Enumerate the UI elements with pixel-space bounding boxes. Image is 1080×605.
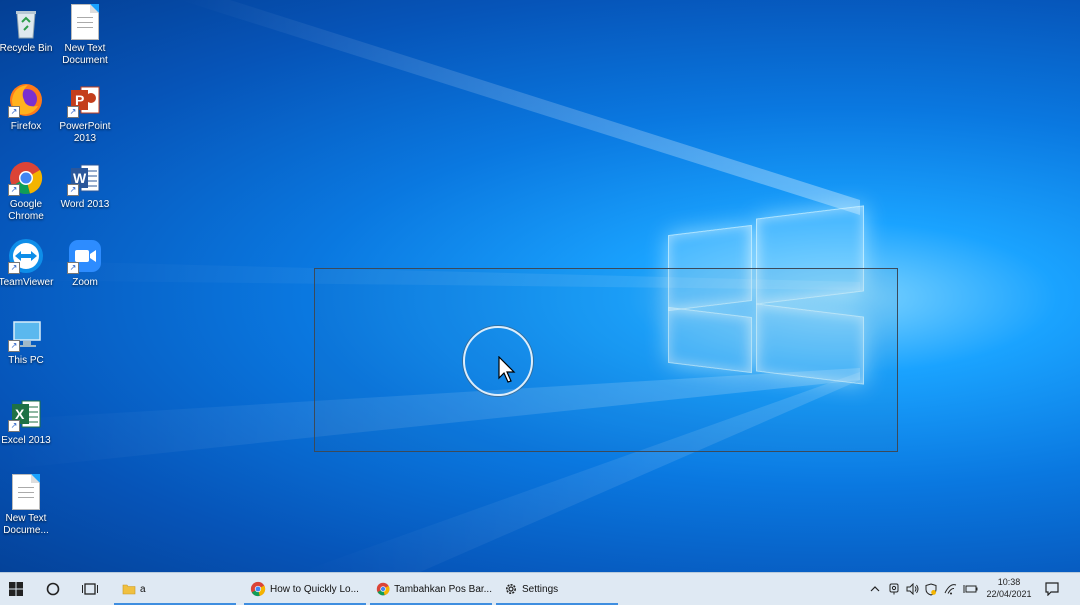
clock-time: 10:38 (997, 577, 1021, 587)
desktop-icon-label: TeamViewer (0, 277, 54, 288)
meet-now-button[interactable] (886, 573, 902, 605)
security-button[interactable] (923, 573, 939, 605)
shortcut-arrow-icon: ↗ (67, 106, 79, 118)
desktop-icon-label: Firefox (10, 121, 42, 132)
battery-button[interactable] (961, 573, 979, 605)
taskbar-item-chrome-2[interactable]: Tambahkan Pos Bar... (370, 573, 492, 605)
excel-icon: X ↗ (8, 396, 44, 432)
taskbar-item-label: Settings (522, 583, 559, 595)
taskbar-item-label: How to Quickly Lo... (270, 583, 359, 595)
desktop[interactable]: Recycle Bin ↗ Firefox ↗ Google Chrome ↗ … (0, 0, 1080, 572)
powerpoint-icon: P ↗ (67, 82, 103, 118)
show-hidden-icons-button[interactable] (868, 573, 882, 605)
shortcut-arrow-icon: ↗ (8, 184, 20, 196)
taskbar-item-settings[interactable]: Settings (496, 573, 618, 605)
shortcut-arrow-icon: ↗ (8, 420, 20, 432)
computer-icon: ↗ (8, 316, 44, 352)
text-document-icon (8, 474, 44, 510)
shortcut-arrow-icon: ↗ (67, 262, 79, 274)
zoom-icon: ↗ (67, 238, 103, 274)
shield-icon (925, 582, 937, 596)
taskbar-item-folder[interactable]: a (114, 573, 236, 605)
taskbar-item-chrome-1[interactable]: How to Quickly Lo... (244, 573, 366, 605)
firefox-icon: ↗ (8, 82, 44, 118)
search-button[interactable] (38, 573, 68, 605)
network-button[interactable] (942, 573, 958, 605)
chrome-icon: ↗ (8, 160, 44, 196)
folder-icon (122, 584, 136, 595)
desktop-icon-excel[interactable]: X ↗ Excel 2013 (0, 396, 54, 447)
shortcut-arrow-icon: ↗ (8, 340, 20, 352)
battery-icon (963, 585, 977, 593)
taskbar-item-label: a (140, 583, 146, 595)
desktop-icon-firefox[interactable]: ↗ Firefox (0, 82, 54, 133)
desktop-icon-word[interactable]: W ↗ Word 2013 (57, 160, 113, 211)
clock-date: 22/04/2021 (986, 589, 1032, 599)
desktop-icon-chrome[interactable]: ↗ Google Chrome (0, 160, 54, 223)
shortcut-arrow-icon: ↗ (8, 262, 20, 274)
selection-rectangle (314, 268, 898, 452)
desktop-icon-new-text-document[interactable]: New Text Document (57, 4, 113, 67)
desktop-icon-recycle-bin[interactable]: Recycle Bin (0, 4, 54, 55)
meet-now-icon (889, 583, 899, 595)
text-document-icon (67, 4, 103, 40)
volume-icon (906, 583, 918, 595)
action-center-button[interactable] (1040, 573, 1064, 605)
notification-icon (1045, 582, 1059, 596)
desktop-icon-label: New Text Document (62, 43, 108, 66)
desktop-icon-label: Excel 2013 (1, 435, 51, 446)
word-icon: W ↗ (67, 160, 103, 196)
clock[interactable]: 10:38 22/04/2021 (982, 573, 1036, 605)
shortcut-arrow-icon: ↗ (8, 106, 20, 118)
desktop-icon-label: PowerPoint 2013 (59, 121, 111, 144)
desktop-icon-teamviewer[interactable]: ↗ TeamViewer (0, 238, 54, 289)
desktop-icon-this-pc[interactable]: ↗ This PC (0, 316, 54, 367)
desktop-icon-label: New Text Docume... (3, 513, 49, 536)
start-button[interactable] (0, 573, 32, 605)
volume-button[interactable] (904, 573, 920, 605)
task-view-icon (82, 583, 98, 595)
gear-icon (506, 584, 516, 594)
wifi-icon (944, 583, 956, 594)
desktop-icon-label: Word 2013 (60, 199, 110, 210)
desktop-icon-label: Google Chrome (8, 199, 44, 222)
teamviewer-icon: ↗ (8, 238, 44, 274)
desktop-icon-zoom[interactable]: ↗ Zoom (57, 238, 113, 289)
windows-start-icon (9, 582, 23, 596)
taskbar: a How to Quickly Lo... Tambahkan Pos Bar… (0, 572, 1080, 605)
chrome-icon (376, 582, 390, 596)
desktop-icon-label: Zoom (72, 277, 98, 288)
desktop-icon-new-text-document-2[interactable]: New Text Docume... (0, 474, 54, 537)
chevron-up-icon (870, 586, 880, 592)
shortcut-arrow-icon: ↗ (67, 184, 79, 196)
mouse-pointer-icon (498, 356, 516, 383)
cortana-circle-icon (46, 582, 60, 596)
desktop-icon-label: This PC (8, 355, 44, 366)
taskbar-item-label: Tambahkan Pos Bar... (394, 583, 492, 595)
recycle-bin-icon (8, 4, 44, 40)
desktop-icon-label: Recycle Bin (0, 43, 53, 54)
task-view-button[interactable] (74, 573, 106, 605)
desktop-icon-powerpoint[interactable]: P ↗ PowerPoint 2013 (57, 82, 113, 145)
chrome-icon (250, 581, 266, 597)
